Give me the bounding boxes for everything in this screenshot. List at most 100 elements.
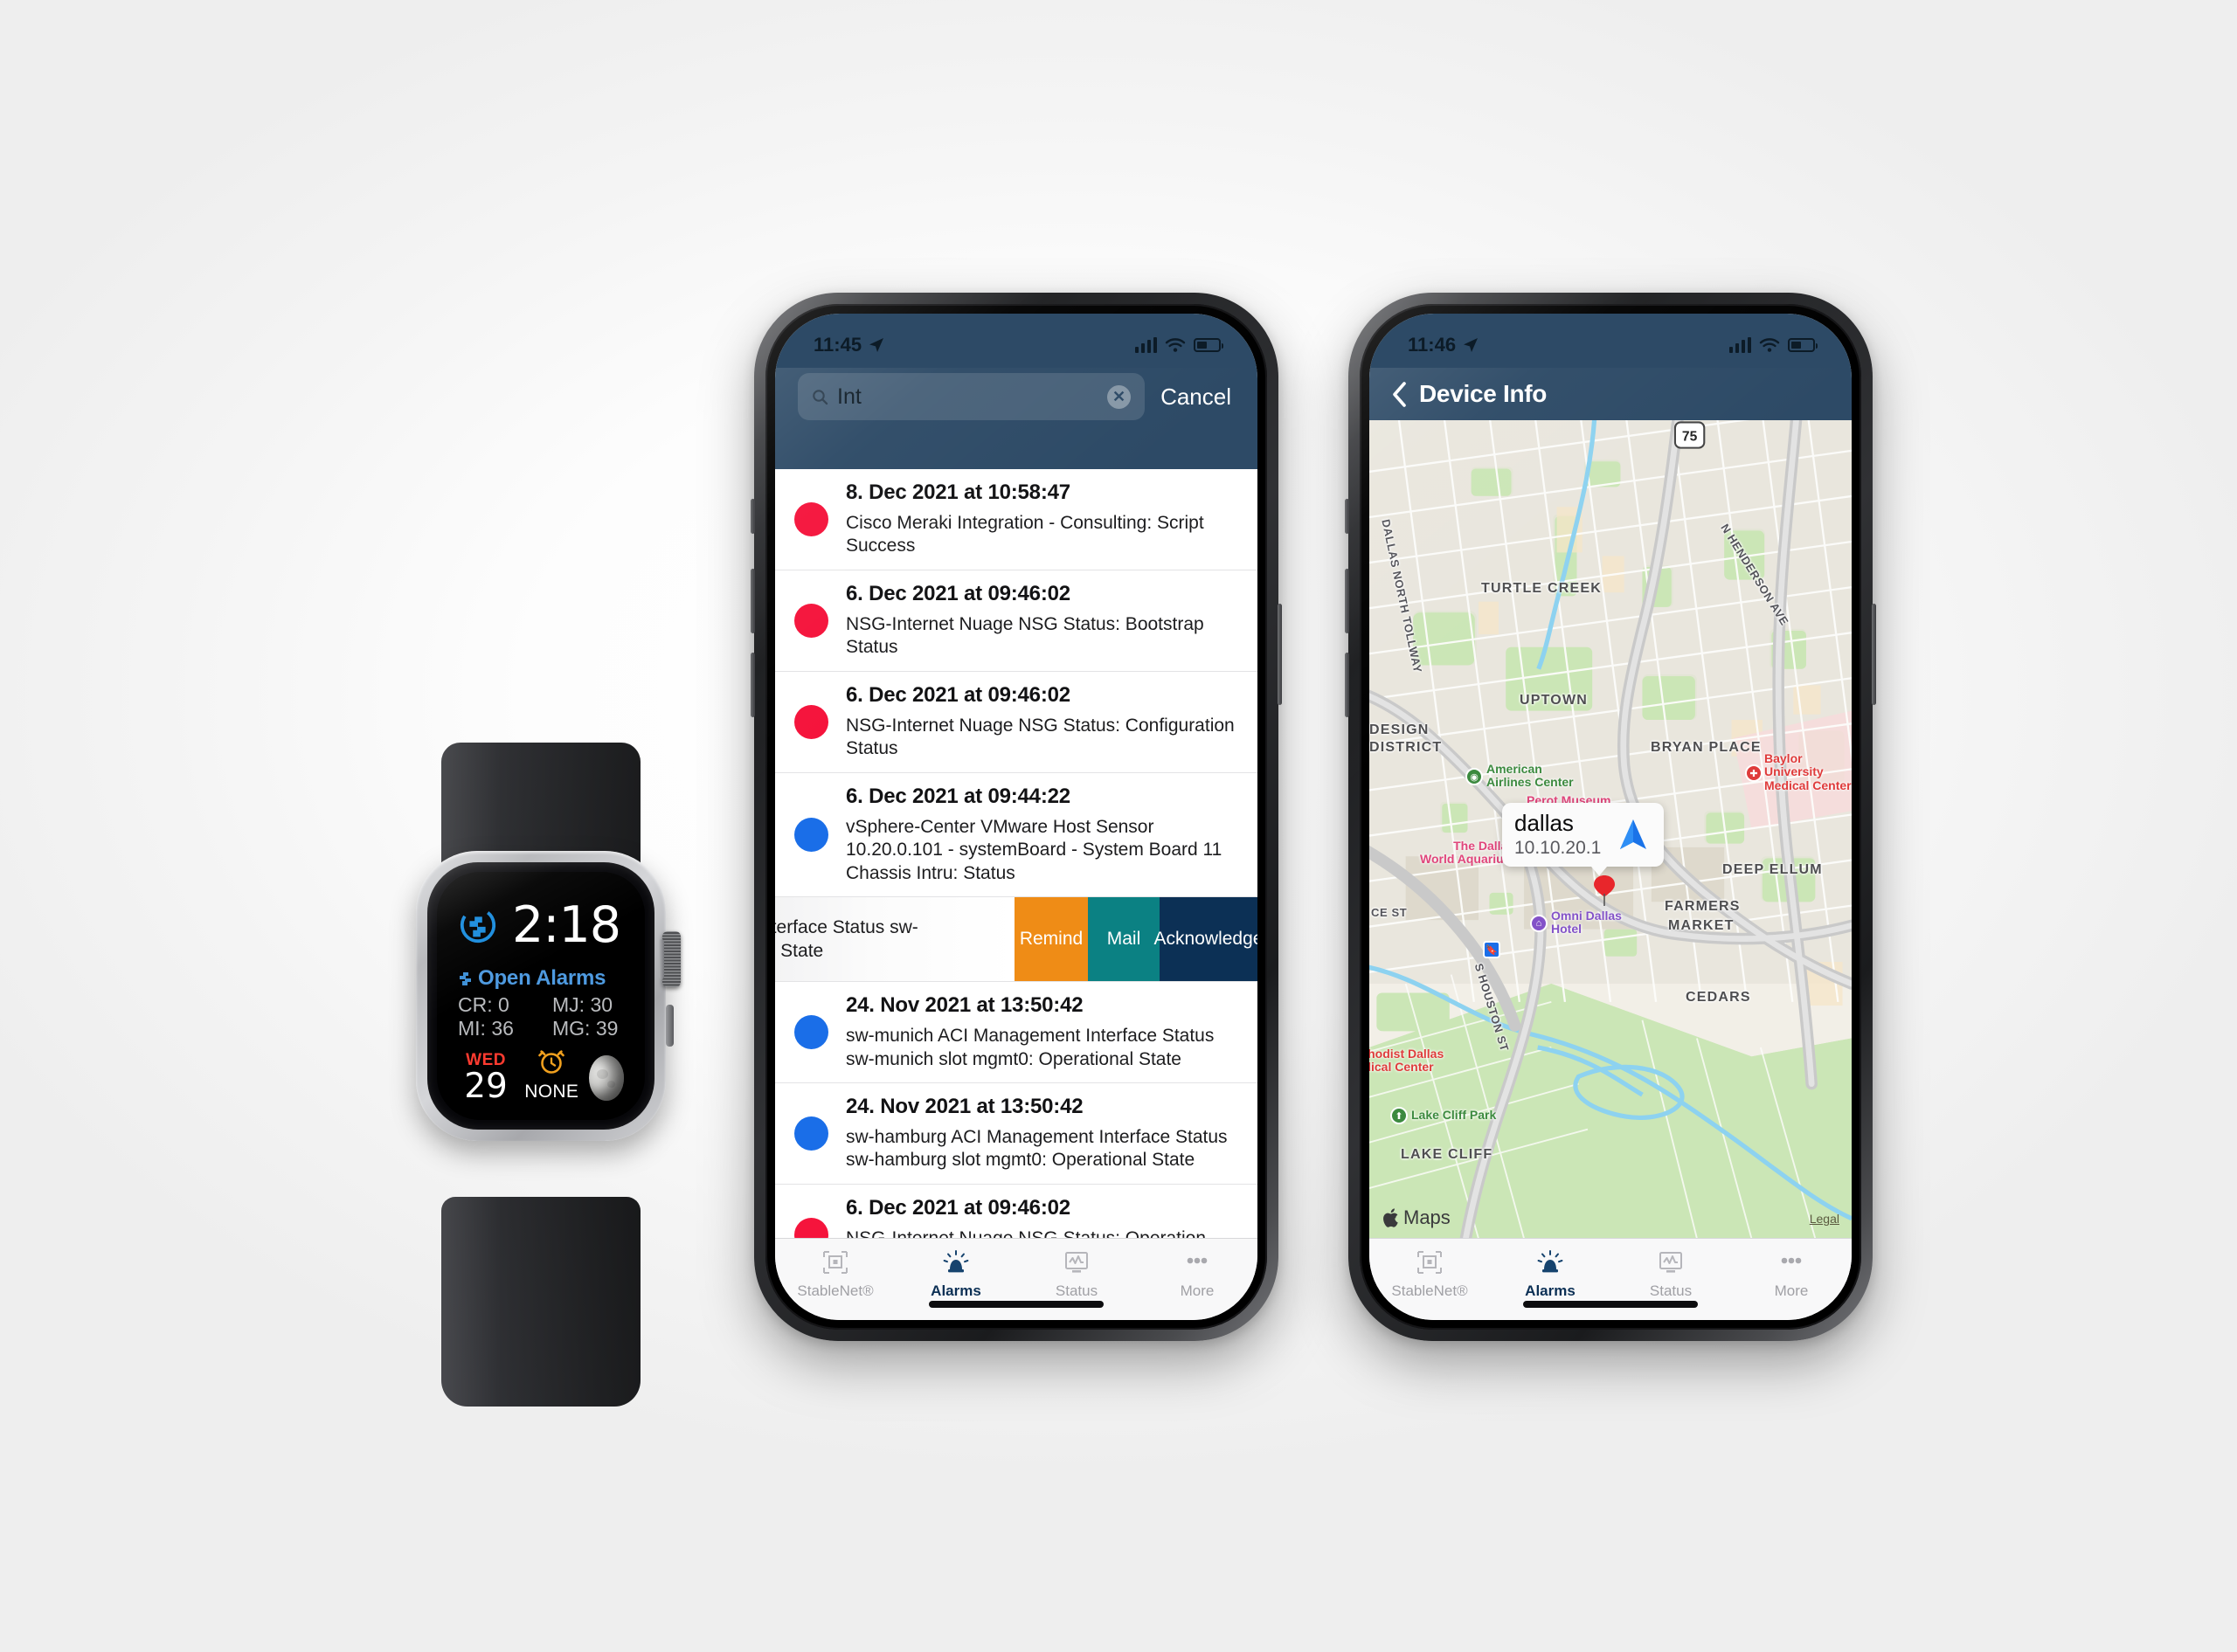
cellular-bars-icon (1135, 337, 1157, 353)
map-poi-label[interactable]: Lake Cliff Park (1411, 1108, 1496, 1122)
alarm-timestamp: 24. Nov 2021 at 13:50:42 (846, 1094, 1084, 1118)
tab-label: More (1180, 1282, 1215, 1299)
chevron-left-icon[interactable] (1392, 381, 1407, 407)
count-major: MJ: 30 (552, 993, 613, 1016)
map-poi-label[interactable]: The Dallas World Aquarium (1420, 839, 1514, 867)
watch-side-button[interactable] (666, 1005, 674, 1047)
volume-down-button[interactable] (751, 653, 755, 717)
map-area-label: BRYAN PLACE (1651, 740, 1762, 755)
map-poi-label[interactable]: Baylor University Medical Center (1764, 751, 1852, 792)
cancel-search-button[interactable]: Cancel (1160, 384, 1235, 411)
tab-alarms[interactable]: Alarms (1490, 1246, 1610, 1300)
bookmark-poi-icon: 🔖 (1483, 941, 1500, 958)
monitor-chart-icon (1059, 1246, 1094, 1279)
severity-indicator (794, 1217, 828, 1238)
phone-bezel: 11:45 Int ✕ Cancel 8. Dec 2021 at 10:58:… (765, 304, 1267, 1330)
stablenet-logo-icon[interactable] (458, 905, 498, 945)
map-poi-label[interactable]: Omni Dallas Hotel (1551, 909, 1622, 937)
remind-button[interactable]: Remind (1015, 897, 1088, 982)
map-area-label: DISTRICT (1369, 740, 1443, 755)
alarm-timestamp: 8. Dec 2021 at 10:58:47 (846, 480, 1070, 504)
map-poi-label[interactable]: Methodist Dallas Medical Center (1369, 1047, 1444, 1075)
tab-status[interactable]: Status (1610, 1246, 1731, 1300)
navigation-arrow-icon[interactable] (1615, 816, 1652, 853)
map-area-label: MARKET (1668, 918, 1735, 933)
power-button[interactable] (1872, 604, 1876, 705)
mail-button[interactable]: Mail (1088, 897, 1160, 982)
map-area-label: TURTLE CREEK (1481, 581, 1602, 596)
maps-label: Maps (1403, 1206, 1451, 1228)
tab-label: Alarms (1525, 1282, 1576, 1299)
status-time: 11:46 (1408, 334, 1457, 356)
count-minor: MI: 36 (458, 1016, 514, 1040)
swipe-actions: Remind Mail Acknowledge (1015, 897, 1257, 982)
tab-label: Status (1055, 1282, 1098, 1299)
alarm-description: Cisco Meraki Integration - Consulting: S… (846, 513, 1204, 556)
magnifier-icon (813, 389, 828, 404)
alarm-state-label: NONE (524, 1082, 579, 1102)
stablenet-glyph-icon (460, 972, 471, 985)
svg-text:75: 75 (1682, 429, 1698, 444)
table-row[interactable]: 6. Dec 2021 at 09:46:02 NSG-Internet Nua… (775, 1184, 1257, 1238)
date-complication[interactable]: WED 29 (458, 1051, 514, 1106)
open-alarms-counts: CR: 0 MJ: 30 MI: 36 MG: 39 (458, 993, 624, 1040)
table-row[interactable]: 6. Dec 2021 at 09:46:02 NSG-Internet Nua… (775, 671, 1257, 773)
legal-link[interactable]: Legal (1810, 1212, 1839, 1226)
clear-search-icon[interactable]: ✕ (1107, 384, 1132, 409)
day-number: 29 (464, 1066, 508, 1106)
iphone-alarms-device: 11:45 Int ✕ Cancel 8. Dec 2021 at 10:58:… (751, 293, 1282, 1341)
swiped-row-content: nterface Status sw- al State (775, 897, 1015, 982)
alarms-screen: 11:45 Int ✕ Cancel 8. Dec 2021 at 10:58:… (775, 314, 1257, 1320)
alarm-description-line1: nterface Status sw- (775, 916, 918, 937)
mute-switch[interactable] (1345, 499, 1349, 534)
tab-more[interactable]: More (1731, 1246, 1852, 1300)
severity-indicator (794, 704, 828, 739)
table-row[interactable]: 24. Nov 2021 at 13:50:42 sw-hamburg ACI … (775, 1082, 1257, 1185)
tab-stablenet[interactable]: StableNet® (1369, 1246, 1490, 1300)
tab-stablenet[interactable]: StableNet® (775, 1246, 896, 1300)
alarm-description: NSG-Internet Nuage NSG Status: Configura… (846, 715, 1235, 759)
digital-crown[interactable] (659, 931, 681, 987)
alarm-list[interactable]: 8. Dec 2021 at 10:58:47 Cisco Meraki Int… (775, 469, 1257, 1238)
table-row-swiped[interactable]: nterface Status sw- al State Remind Mail… (775, 897, 1257, 983)
table-row[interactable]: 8. Dec 2021 at 10:58:47 Cisco Meraki Int… (775, 469, 1257, 570)
watch-case: 2:18 Open Alarms CR: 0 MJ: 30 MI: 36 MG: 3… (416, 851, 681, 1141)
tab-status[interactable]: Status (1016, 1246, 1137, 1300)
map-callout[interactable]: dallas 10.10.20.1 (1502, 803, 1665, 876)
poi-marker-icon: ✚ (1745, 764, 1763, 782)
power-button[interactable] (1278, 604, 1282, 705)
alarm-description: vSphere-Center VMware Host Sensor 10.20.… (846, 816, 1222, 883)
map-view[interactable]: 75 TURTLE CREEK UPTOWN BRYAN PLACE DEEP … (1369, 420, 1852, 1238)
mute-switch[interactable] (751, 499, 755, 534)
status-time: 11:45 (814, 334, 862, 356)
table-row[interactable]: 24. Nov 2021 at 13:50:42 sw-munich ACI M… (775, 982, 1257, 1083)
map-area-label: FARMERS (1665, 899, 1741, 914)
tab-label: StableNet® (797, 1282, 874, 1299)
watch-screen[interactable]: 2:18 Open Alarms CR: 0 MJ: 30 MI: 36 MG: 3… (437, 872, 645, 1120)
monitor-chart-icon (1653, 1246, 1688, 1279)
map-area-label: DESIGN (1369, 722, 1430, 737)
map-pin-icon[interactable] (1593, 874, 1616, 908)
volume-up-button[interactable] (751, 569, 755, 633)
alarm-beacon-icon (1533, 1246, 1568, 1279)
watch-complication-open-alarms[interactable]: Open Alarms CR: 0 MJ: 30 MI: 36 MG: 39 (458, 966, 624, 1040)
volume-up-button[interactable] (1345, 569, 1349, 633)
volume-down-button[interactable] (1345, 653, 1349, 717)
watch-bottom-complications: WED 29 NONE (458, 1047, 624, 1106)
alarm-description: sw-munich ACI Management Interface Statu… (846, 1026, 1215, 1069)
map-poi-label[interactable]: American Airlines Center (1486, 762, 1574, 790)
tab-alarms[interactable]: Alarms (896, 1246, 1016, 1300)
alarm-complication[interactable]: NONE (521, 1047, 582, 1102)
ellipsis-icon (1180, 1246, 1215, 1279)
battery-icon (1788, 338, 1818, 352)
acknowledge-button[interactable]: Acknowledge (1154, 897, 1257, 982)
tab-more[interactable]: More (1137, 1246, 1257, 1300)
moon-phase-icon[interactable] (589, 1055, 624, 1101)
severity-indicator (794, 603, 828, 638)
table-row[interactable]: 6. Dec 2021 at 09:44:22 vSphere-Center V… (775, 772, 1257, 898)
apple-watch-device: 2:18 Open Alarms CR: 0 MJ: 30 MI: 36 MG: 3… (353, 743, 729, 1407)
search-input[interactable]: Int ✕ (798, 373, 1146, 420)
table-row[interactable]: 6. Dec 2021 at 09:46:02 NSG-Internet Nua… (775, 570, 1257, 672)
home-indicator[interactable] (1523, 1301, 1698, 1308)
home-indicator[interactable] (929, 1301, 1104, 1308)
